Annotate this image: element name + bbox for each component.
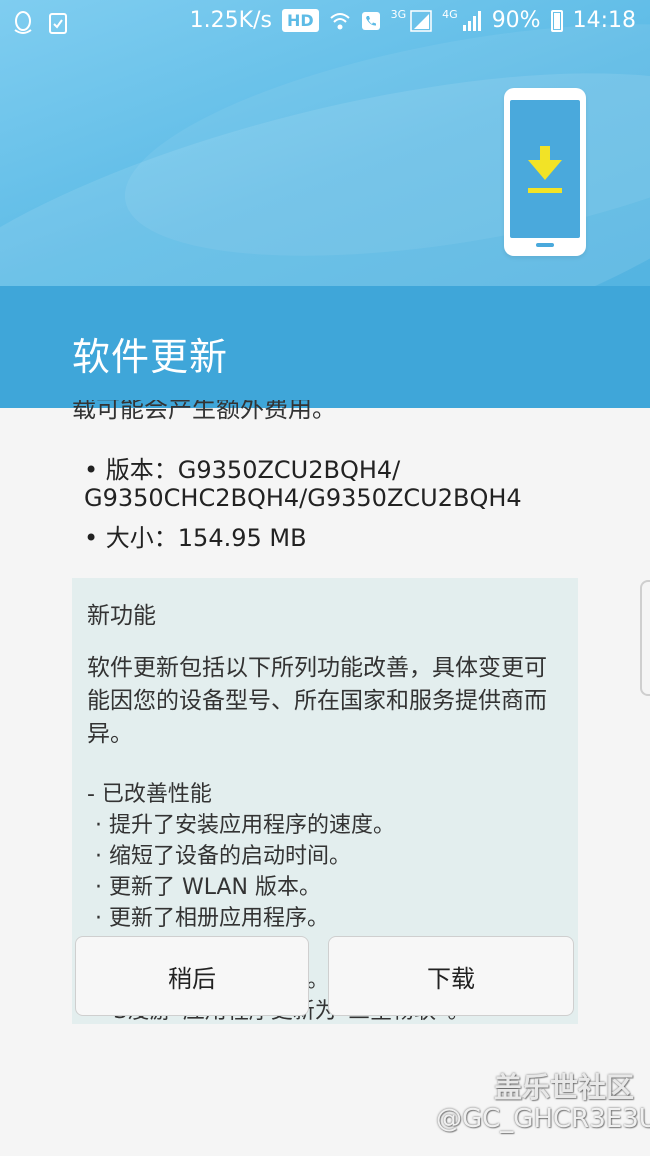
later-button-label: 稍后 — [168, 964, 216, 993]
network-type-label: 3G — [390, 8, 407, 21]
call-icon — [361, 11, 380, 30]
watermark-site: 盖乐世社区 — [494, 1071, 635, 1104]
list-item: - 已改善性能 — [87, 782, 212, 807]
download-button[interactable]: 下载 — [328, 936, 574, 1016]
clipped-text-content: 载可能会产生额外费用。 — [72, 400, 336, 422]
size-line: • 大小：154.95 MB — [84, 524, 307, 552]
list-item: · 更新了 WLAN 版本。 — [95, 875, 321, 900]
qq-icon — [14, 11, 32, 34]
whats-new-intro: 软件更新包括以下所列功能改善，具体变更可能因您的设备型号、所在国家和服务提供商而… — [87, 655, 547, 747]
phone-home-button — [536, 243, 554, 247]
watermark-handle: @GC_GHCR3E3U — [436, 1104, 650, 1134]
update-details[interactable]: 载可能会产生额外费用。 • 版本：G9350ZCU2BQH4/ G9350CHC… — [0, 400, 650, 1156]
wifi-icon — [329, 12, 350, 29]
version-line-continued: G9350CHC2BQH4/G9350ZCU2BQH4 — [84, 484, 522, 512]
status-bar: 1.25K/s HD 3G 4G 90% 14:18 — [0, 0, 650, 46]
list-item: · 缩短了设备的启动时间。 — [95, 844, 351, 869]
hd-badge: HD — [281, 9, 319, 32]
edge-panel-handle[interactable] — [640, 580, 650, 696]
clipped-text: 载可能会产生额外费用。 — [72, 400, 336, 422]
clock: 14:18 — [572, 8, 636, 33]
page-title: 软件更新 — [72, 335, 229, 379]
network-speed: 1.25K/s — [189, 8, 272, 33]
whats-new-heading: 新功能 — [87, 603, 156, 629]
version-line: • 版本：G9350ZCU2BQH4/ — [84, 456, 401, 484]
signal-icon — [410, 9, 432, 32]
network-type-label: 4G — [442, 8, 458, 21]
download-arrow-icon — [528, 146, 562, 193]
battery-percent: 90% — [491, 8, 541, 33]
phone-screen — [510, 100, 580, 238]
phone-download-illustration — [504, 88, 586, 256]
download-button-label: 下载 — [427, 964, 475, 993]
status-left — [12, 10, 68, 36]
later-button[interactable]: 稍后 — [75, 936, 309, 1016]
signal-bars-icon — [462, 10, 481, 31]
list-item: · 提升了安装应用程序的速度。 — [95, 813, 395, 838]
battery-icon — [550, 9, 563, 32]
list-item: · 更新了相册应用程序。 — [95, 906, 329, 931]
clipboard-check-icon — [49, 13, 67, 34]
status-right: 1.25K/s HD 3G 4G 90% 14:18 — [190, 8, 636, 33]
